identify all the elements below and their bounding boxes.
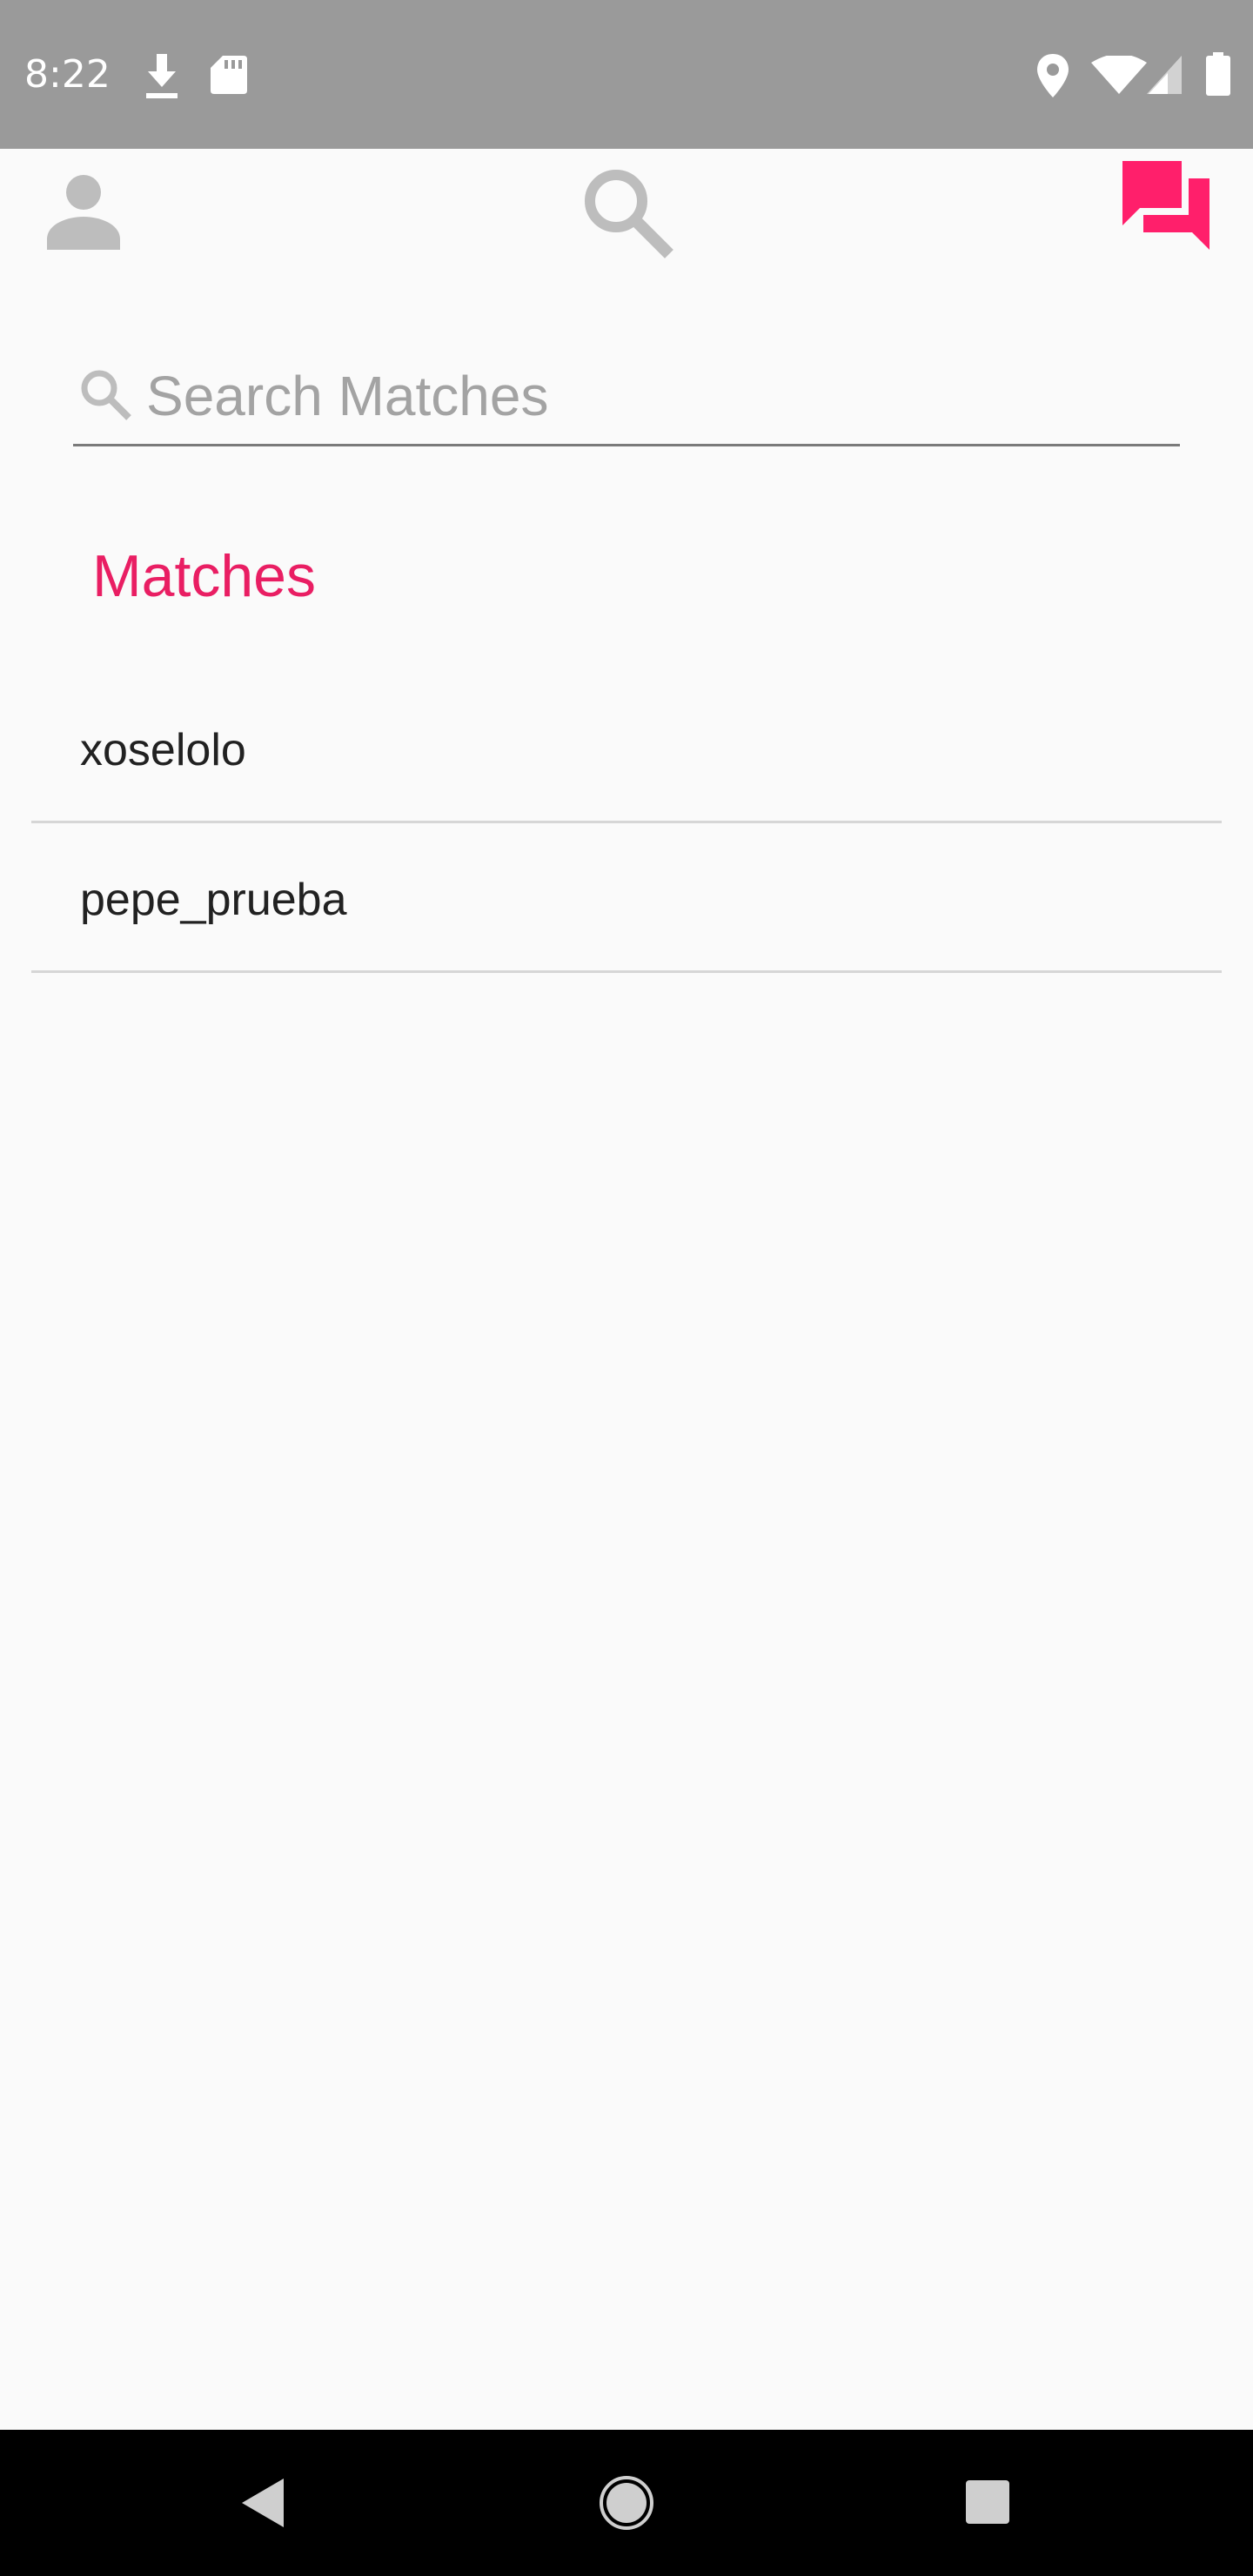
download-icon — [146, 54, 178, 98]
sd-card-icon — [211, 56, 247, 94]
chat-icon[interactable] — [1119, 158, 1215, 253]
match-list: xoselolo pepe_prueba — [31, 674, 1222, 973]
status-time: 8:22 — [24, 52, 111, 97]
list-item[interactable]: xoselolo — [31, 674, 1222, 823]
battery-icon — [1206, 52, 1230, 96]
list-item[interactable]: pepe_prueba — [31, 823, 1222, 973]
person-icon[interactable] — [40, 166, 127, 253]
match-username: xoselolo — [80, 725, 246, 775]
system-nav-bar — [0, 2430, 1253, 2576]
home-icon[interactable] — [599, 2475, 654, 2531]
search-field-icon — [81, 370, 131, 420]
search-field — [73, 348, 1180, 447]
status-bar: 8:22 — [0, 0, 1253, 149]
section-title: Matches — [92, 543, 316, 609]
match-username: pepe_prueba — [80, 875, 347, 925]
search-input[interactable] — [146, 359, 1147, 433]
search-underline — [73, 444, 1180, 446]
search-icon[interactable] — [578, 163, 673, 258]
back-icon[interactable] — [237, 2475, 292, 2531]
top-nav — [0, 149, 1253, 262]
wifi-icon — [1091, 56, 1147, 94]
location-icon — [1037, 54, 1069, 97]
cell-signal-icon — [1147, 56, 1182, 94]
recents-icon[interactable] — [964, 2479, 1011, 2526]
